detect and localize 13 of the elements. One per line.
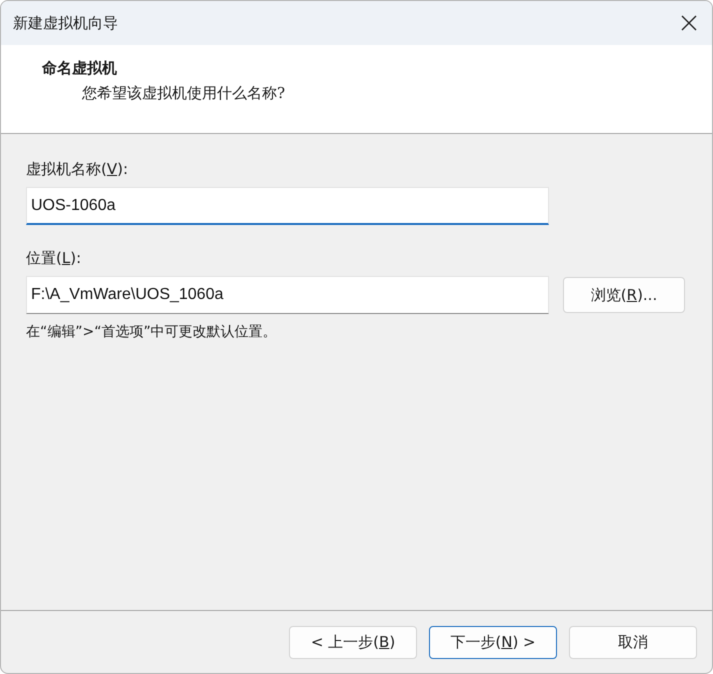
page-subtitle: 您希望该虚拟机使用什么名称?	[81, 84, 286, 103]
wizard-button[interactable]: 取消	[569, 626, 697, 658]
input-field[interactable]: F:\A_VmWare\UOS_1060a	[26, 276, 549, 314]
wizard-button[interactable]: 下一步(N) >	[429, 626, 557, 658]
field-label: 位置(L):	[26, 249, 82, 268]
close-icon	[681, 15, 697, 31]
page-heading: 命名虚拟机	[42, 59, 118, 78]
window-title: 新建虚拟机向导	[13, 14, 118, 32]
wizard-button[interactable]: < 上一步(B)	[289, 626, 417, 658]
field-label: 虚拟机名称(V):	[26, 160, 130, 179]
input-field[interactable]: UOS-1060a	[26, 187, 549, 225]
hint-text: 在“编辑”>“首选项”中可更改默认位置。	[26, 323, 278, 341]
browse-button[interactable]: 浏览(R)...	[563, 277, 685, 313]
